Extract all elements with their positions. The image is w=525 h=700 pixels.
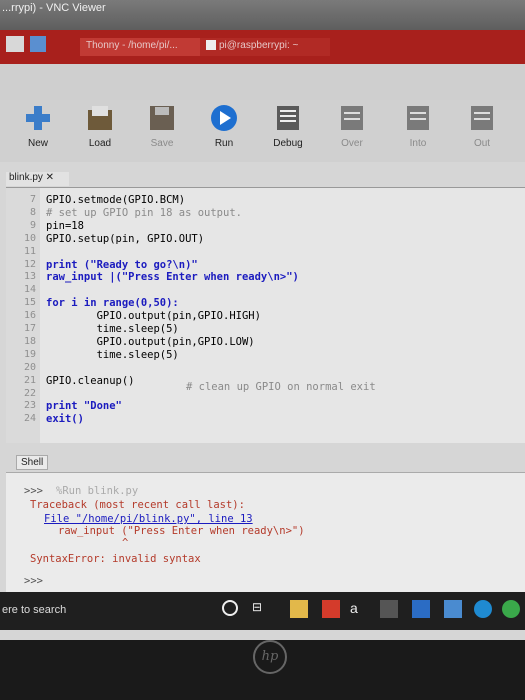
line-number: 22 [23,387,36,399]
vnc-title-bar: ...rrypi) - VNC Viewer [0,0,525,30]
screen: ...rrypi) - VNC Viewer Thonny - /home/pi… [0,0,525,640]
windows-search-box[interactable]: ere to search [0,600,200,622]
word-icon[interactable] [412,600,430,618]
code-line: GPIO.setup(pin, GPIO.OUT) [46,232,205,245]
shell-run-command: %Run blink.py [56,485,139,497]
shell-error: SyntaxError: invalid syntax [30,553,201,565]
code-editor[interactable]: 7 GPIO.setmode(GPIO.BCM) 8 # set up GPIO pi… [6,187,525,443]
debug-button[interactable]: Debug [258,104,318,160]
browser-icon[interactable] [30,36,46,52]
line-number: 17 [23,323,36,334]
line-number: 8 [29,206,36,218]
edge-icon[interactable] [474,600,492,618]
taskbar-terminal[interactable]: pi@raspberrypi: ~ [200,38,330,56]
line-number: 10 [23,232,36,244]
raspberry-menu-icon[interactable] [6,36,24,52]
taskbar-terminal-label: pi@raspberrypi: ~ [219,40,299,51]
into-button[interactable]: Into [388,104,448,160]
line-number: 19 [23,348,36,360]
line-number: 12 [23,258,36,270]
vnc-title: ...rrypi) - VNC Viewer [2,2,106,14]
floppy-icon [150,106,174,130]
code-line: GPIO.output(pin,GPIO.HIGH) [46,310,261,323]
play-icon [211,105,237,131]
app-icon[interactable] [322,600,340,618]
toolbar: New Load Save Run Debug Over Into Out [0,100,525,162]
file-explorer-icon[interactable] [290,600,308,618]
shell-file-link[interactable]: File "/home/pi/blink.py", line 13 [44,513,253,525]
code-line: for i in range(0,50): [46,297,179,310]
load-label: Load [88,138,112,149]
line-number: 16 [23,310,36,322]
window-chrome [0,64,525,100]
shell-caret: ^ [122,537,129,549]
shell-panel[interactable]: >>> %Run blink.py Traceback (most recent… [6,472,525,593]
shell-source-line: raw_input ("Press Enter when ready\n>") [58,525,305,537]
run-button[interactable]: Run [194,104,254,160]
shell-tab[interactable]: Shell [16,455,49,470]
code-line: pin=18 [46,219,84,232]
line-number: 18 [23,335,36,347]
line-number: 13 [23,271,36,283]
line-number: 9 [29,219,36,231]
line-number: 23 [23,400,36,412]
code-line: time.sleep(5) [46,348,179,361]
step-into-icon [407,106,429,130]
step-out-icon [471,106,493,130]
line-number: 20 [23,361,36,373]
debug-label: Debug [273,138,303,149]
code-comment-cleanup: # clean up GPIO on normal exit [186,381,376,393]
chrome-icon[interactable] [502,600,520,618]
out-button[interactable]: Out [452,104,512,160]
new-button[interactable]: New [8,104,68,160]
code-line: raw_input |("Press Enter when ready\n>") [46,271,299,284]
step-over-icon [341,106,363,130]
vnc-icon[interactable] [380,600,398,618]
save-button[interactable]: Save [132,104,192,160]
line-number: 21 [23,374,36,386]
over-label: Over [341,138,363,149]
folder-icon [88,106,112,130]
taskbar-thonny-label: Thonny - /home/pi/... [86,40,178,51]
editor-tab[interactable]: blink.py ✕ [6,172,69,186]
into-label: Into [409,138,427,149]
debug-icon [277,106,299,130]
code-line: print "Done" [46,400,122,413]
code-line: GPIO.cleanup() [46,374,135,387]
line-number: 15 [23,297,36,309]
terminal-icon [206,40,216,51]
amazon-icon[interactable]: a [350,600,368,618]
code-line: time.sleep(5) [46,323,179,335]
code-line: print ("Ready to go?\n)" [46,258,198,271]
shell-prompt: >>> [24,485,43,497]
cortana-icon[interactable] [222,600,238,616]
load-button[interactable]: Load [70,104,130,160]
code-line: # set up GPIO pin 18 as output. [46,206,242,219]
over-button[interactable]: Over [322,104,382,160]
new-label: New [27,138,48,149]
out-label: Out [473,138,491,149]
line-number: 14 [23,284,36,296]
shell-prompt-2: >>> [24,575,43,587]
run-label: Run [214,138,234,149]
task-view-icon[interactable]: ⊟ [252,600,270,618]
save-label: Save [150,138,174,149]
app2-icon[interactable] [444,600,462,618]
code-line: GPIO.setmode(GPIO.BCM) [46,194,186,206]
code-line: GPIO.output(pin,GPIO.LOW) [46,335,255,348]
line-number: 11 [23,245,36,257]
line-number: 24 [23,413,36,425]
code-line: exit() [46,413,84,426]
taskbar-thonny[interactable]: Thonny - /home/pi/... [80,38,200,56]
shell-traceback: Traceback (most recent call last): [30,499,245,511]
hp-logo: hp [253,640,287,674]
plus-icon [26,106,50,130]
line-number: 7 [29,194,36,205]
